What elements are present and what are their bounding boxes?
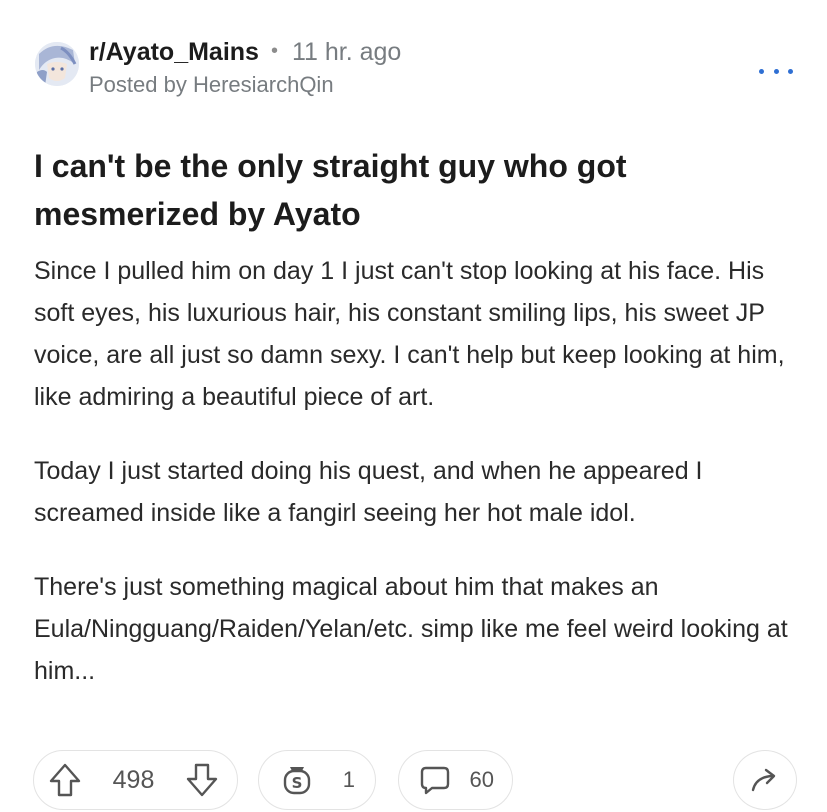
comment-count: 60 [469, 767, 494, 792]
share-button[interactable] [733, 750, 797, 810]
vote-count: 498 [112, 765, 155, 794]
subreddit-name[interactable]: r/Ayato_Mains [89, 38, 259, 66]
comment-bubble-icon [419, 764, 451, 796]
post-time: 11 hr. ago [291, 38, 402, 66]
meta-separator: • [270, 40, 278, 62]
post-meta: r/Ayato_Mains • 11 hr. ago Posted by Heres… [89, 36, 401, 99]
post-paragraph: There's just something magical about him… [34, 573, 788, 685]
comments-button[interactable]: 60 [398, 750, 513, 810]
post-paragraph: Since I pulled him on day 1 I just can't… [34, 257, 785, 411]
post-body: Since I pulled him on day 1 I just can't… [34, 250, 804, 692]
award-button[interactable]: S 1 [258, 750, 376, 810]
upvote-arrow-icon[interactable] [48, 762, 82, 798]
post-title: I can't be the only straight guy who got… [34, 148, 627, 232]
subreddit-avatar[interactable] [35, 42, 79, 86]
posted-by[interactable]: Posted by HeresiarchQin [89, 71, 401, 99]
downvote-arrow-icon[interactable] [185, 762, 219, 798]
vote-control: 498 [33, 750, 238, 810]
post-header: r/Ayato_Mains • 11 hr. ago Posted by Heres… [35, 36, 797, 106]
post-actions: 498 S 1 60 [33, 750, 797, 812]
award-count: 1 [342, 767, 355, 792]
post-paragraph: Today I just started doing his quest, an… [34, 457, 703, 527]
share-arrow-icon [750, 767, 780, 793]
more-options-icon[interactable] [759, 64, 793, 78]
svg-text:S: S [292, 774, 303, 792]
award-coin-icon: S [281, 763, 313, 797]
